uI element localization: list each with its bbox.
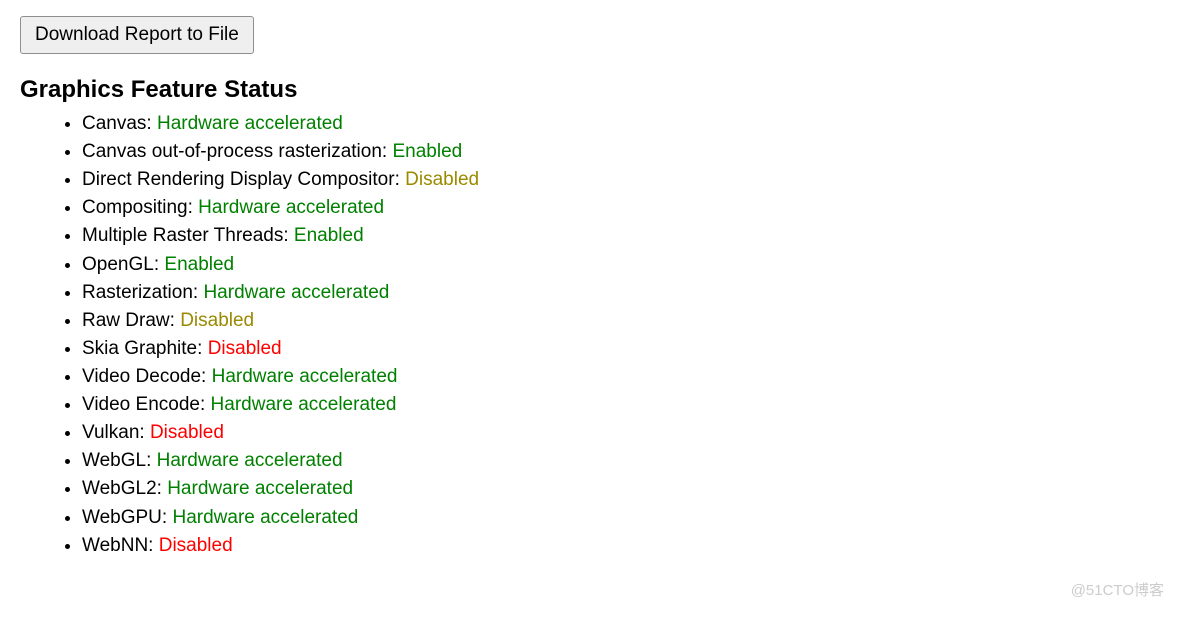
feature-status: Hardware accelerated bbox=[203, 282, 389, 303]
feature-name: Video Decode bbox=[82, 366, 212, 387]
feature-item: Video DecodeHardware accelerated bbox=[82, 363, 1164, 391]
feature-name: WebGPU bbox=[82, 507, 172, 528]
feature-name: OpenGL bbox=[82, 254, 164, 275]
feature-name: Rasterization bbox=[82, 282, 203, 303]
feature-item: WebGPUHardware accelerated bbox=[82, 504, 1164, 532]
feature-status: Hardware accelerated bbox=[211, 394, 397, 415]
feature-name: WebGL bbox=[82, 450, 157, 471]
feature-status: Enabled bbox=[392, 141, 462, 162]
feature-item: Multiple Raster ThreadsEnabled bbox=[82, 222, 1164, 250]
feature-status: Disabled bbox=[405, 169, 479, 190]
feature-status: Hardware accelerated bbox=[198, 197, 384, 218]
feature-item: CanvasHardware accelerated bbox=[82, 110, 1164, 138]
feature-status-list: CanvasHardware acceleratedCanvas out-of-… bbox=[20, 110, 1164, 560]
feature-item: Canvas out-of-process rasterizationEnabl… bbox=[82, 138, 1164, 166]
feature-name: WebNN bbox=[82, 535, 159, 556]
feature-item: Skia GraphiteDisabled bbox=[82, 335, 1164, 363]
watermark-text: @51CTO博客 bbox=[1071, 579, 1164, 600]
feature-name: Raw Draw bbox=[82, 310, 180, 331]
feature-name: Vulkan bbox=[82, 422, 150, 443]
feature-status: Hardware accelerated bbox=[212, 366, 398, 387]
feature-name: Video Encode bbox=[82, 394, 211, 415]
feature-status: Disabled bbox=[150, 422, 224, 443]
feature-item: RasterizationHardware accelerated bbox=[82, 279, 1164, 307]
feature-name: Canvas bbox=[82, 113, 157, 134]
feature-status: Hardware accelerated bbox=[172, 507, 358, 528]
feature-item: CompositingHardware accelerated bbox=[82, 194, 1164, 222]
feature-name: WebGL2 bbox=[82, 478, 167, 499]
feature-name: Canvas out-of-process rasterization bbox=[82, 141, 392, 162]
feature-name: Compositing bbox=[82, 197, 198, 218]
feature-item: Raw DrawDisabled bbox=[82, 307, 1164, 335]
feature-item: WebNNDisabled bbox=[82, 532, 1164, 560]
feature-status: Disabled bbox=[180, 310, 254, 331]
feature-status: Enabled bbox=[294, 225, 364, 246]
feature-item: VulkanDisabled bbox=[82, 419, 1164, 447]
feature-name: Skia Graphite bbox=[82, 338, 208, 359]
feature-item: Direct Rendering Display CompositorDisab… bbox=[82, 166, 1164, 194]
feature-status: Hardware accelerated bbox=[157, 450, 343, 471]
feature-item: Video EncodeHardware accelerated bbox=[82, 391, 1164, 419]
feature-status: Hardware accelerated bbox=[157, 113, 343, 134]
feature-status: Disabled bbox=[159, 535, 233, 556]
feature-item: WebGL2Hardware accelerated bbox=[82, 475, 1164, 503]
feature-item: OpenGLEnabled bbox=[82, 251, 1164, 279]
feature-item: WebGLHardware accelerated bbox=[82, 447, 1164, 475]
feature-status: Hardware accelerated bbox=[167, 478, 353, 499]
feature-name: Multiple Raster Threads bbox=[82, 225, 294, 246]
download-report-button[interactable]: Download Report to File bbox=[20, 16, 254, 54]
graphics-feature-status-heading: Graphics Feature Status bbox=[20, 76, 1164, 104]
feature-status: Disabled bbox=[208, 338, 282, 359]
feature-status: Enabled bbox=[164, 254, 234, 275]
feature-name: Direct Rendering Display Compositor bbox=[82, 169, 405, 190]
